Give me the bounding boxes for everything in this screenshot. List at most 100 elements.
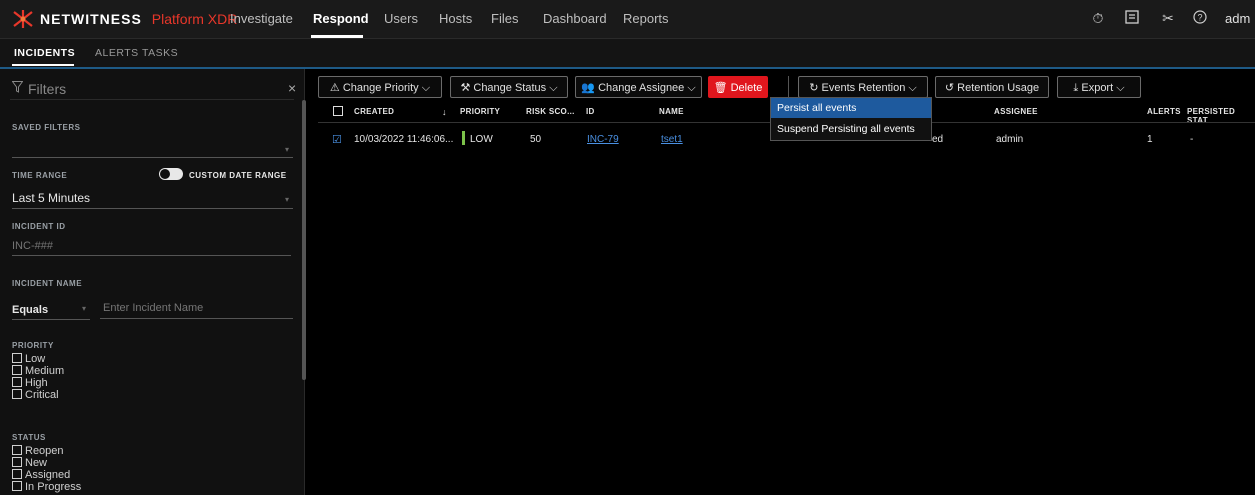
cell-alerts: 1	[1147, 134, 1153, 145]
column-risk-score[interactable]: RISK SCO...	[526, 107, 575, 116]
filter-icon	[11, 81, 24, 96]
status-label: STATUS	[12, 433, 46, 442]
events-retention-dropdown: Persist all events Suspend Persisting al…	[770, 97, 932, 141]
warning-icon: ⚠	[329, 82, 340, 94]
sort-desc-icon[interactable]: ↓	[442, 107, 447, 117]
filters-panel: Filters × SAVED FILTERS ▾ TIME RANGE CUS…	[0, 69, 305, 495]
menu-item-persist-all-events[interactable]: Persist all events	[771, 98, 931, 118]
chevron-down-icon: ⌵	[421, 82, 431, 94]
product-name: Platform XDR	[151, 11, 238, 27]
cell-id-link[interactable]: INC-79	[587, 134, 619, 145]
operator-value: Equals	[12, 304, 49, 316]
priority-high-checkbox[interactable]: High	[12, 377, 48, 389]
tab-incidents[interactable]: INCIDENTS	[14, 47, 75, 59]
column-assignee[interactable]: ASSIGNEE	[994, 107, 1038, 116]
incident-name-label: INCIDENT NAME	[12, 279, 83, 288]
filters-title: Filters	[28, 81, 67, 97]
retention-icon: ↻	[809, 82, 819, 94]
nav-hosts[interactable]: Hosts	[439, 11, 472, 26]
status-in-progress-checkbox[interactable]: In Progress	[12, 481, 81, 493]
nav-reports[interactable]: Reports	[623, 11, 669, 26]
column-id[interactable]: ID	[586, 107, 595, 116]
events-retention-button[interactable]: ↻ Events Retention ⌵	[798, 76, 928, 98]
priority-low-checkbox[interactable]: Low	[12, 353, 45, 365]
brand-name: NETWITNESS	[40, 11, 142, 27]
nav-dashboard[interactable]: Dashboard	[543, 11, 607, 26]
chevron-down-icon: ⌵	[908, 82, 917, 94]
chevron-down-icon: ▾	[284, 195, 289, 204]
chevron-down-icon: ⌵	[549, 82, 558, 94]
saved-filters-select[interactable]: ▾	[12, 139, 293, 157]
close-icon[interactable]: ×	[288, 80, 296, 96]
column-priority[interactable]: PRIORITY	[460, 107, 500, 116]
notes-icon[interactable]	[1124, 10, 1140, 26]
custom-date-range-label: CUSTOM DATE RANGE	[189, 171, 287, 180]
time-range-select[interactable]: Last 5 Minutes ▾	[12, 189, 293, 207]
select-all-checkbox[interactable]	[333, 106, 343, 116]
incident-id-label: INCIDENT ID	[12, 222, 66, 231]
cell-risk-score: 50	[530, 134, 542, 145]
cell-name-link[interactable]: tset1	[661, 134, 683, 145]
user-menu[interactable]: adm	[1225, 11, 1250, 26]
nav-users[interactable]: Users	[384, 11, 418, 26]
export-button[interactable]: ⤓ Export ⌵	[1057, 76, 1141, 98]
status-reopen-checkbox[interactable]: Reopen	[12, 445, 64, 457]
download-icon: ⤓	[1073, 82, 1079, 94]
incident-name-operator-select[interactable]: Equals ▾	[12, 297, 90, 320]
status-icon: ⚒	[460, 82, 471, 94]
tab-alerts[interactable]: ALERTS	[95, 47, 139, 59]
users-icon: 👥	[581, 82, 595, 94]
nav-investigate[interactable]: Investigate	[230, 11, 293, 26]
row-checkbox-checked-icon[interactable]: ☑	[332, 133, 342, 146]
help-icon[interactable]: ?	[1192, 10, 1208, 26]
divider	[10, 99, 294, 100]
incident-id-input[interactable]	[12, 237, 291, 256]
cell-persisted: -	[1190, 134, 1194, 145]
toolbar-divider	[788, 76, 789, 98]
priority-critical-checkbox[interactable]: Critical	[12, 389, 59, 401]
nav-respond[interactable]: Respond	[313, 11, 369, 26]
nav-files[interactable]: Files	[491, 11, 518, 26]
time-range-underline	[12, 208, 293, 209]
trash-icon: 🗑	[713, 82, 728, 94]
status-new-checkbox[interactable]: New	[12, 457, 47, 469]
menu-item-suspend-persisting[interactable]: Suspend Persisting all events	[771, 119, 931, 139]
active-subtab-indicator	[12, 64, 74, 66]
column-created[interactable]: CREATED	[354, 107, 394, 116]
tab-tasks[interactable]: TASKS	[142, 47, 178, 59]
retention-usage-button[interactable]: ↺ Retention Usage	[935, 76, 1049, 98]
priority-medium-checkbox[interactable]: Medium	[12, 365, 64, 377]
delete-button[interactable]: 🗑 Delete	[708, 76, 768, 98]
change-status-button[interactable]: ⚒ Change Status ⌵	[450, 76, 568, 98]
saved-filters-label: SAVED FILTERS	[12, 123, 81, 132]
filters-scrollbar[interactable]	[302, 100, 306, 380]
respond-sub-navigation: INCIDENTS ALERTS TASKS	[0, 39, 1255, 69]
cell-status: ed	[932, 134, 944, 145]
netwitness-logo-icon	[12, 10, 34, 28]
saved-filters-underline	[12, 157, 293, 158]
time-range-label: TIME RANGE	[12, 171, 68, 180]
chevron-down-icon: ⌵	[687, 82, 696, 94]
priority-label: PRIORITY	[12, 341, 54, 350]
cell-priority: LOW	[470, 134, 493, 145]
history-icon: ↺	[944, 82, 955, 94]
custom-date-range-toggle[interactable]	[159, 168, 183, 180]
top-navigation-bar: NETWITNESS Platform XDR Investigate Resp…	[0, 0, 1255, 39]
chevron-down-icon: ▾	[81, 304, 86, 313]
netwitness-logo[interactable]: NETWITNESS Platform XDR	[12, 10, 237, 28]
time-range-value: Last 5 Minutes	[12, 191, 91, 205]
priority-indicator	[462, 131, 465, 145]
cell-created: 10/03/2022 11:46:06...	[354, 134, 454, 145]
column-name[interactable]: NAME	[659, 107, 684, 116]
chevron-down-icon: ▾	[284, 145, 289, 154]
svg-text:?: ?	[1197, 13, 1202, 23]
status-assigned-checkbox[interactable]: Assigned	[12, 469, 70, 481]
timer-icon[interactable]: ⏱	[1090, 10, 1106, 26]
chevron-down-icon: ⌵	[1116, 82, 1125, 94]
tools-icon[interactable]: ✂	[1160, 10, 1176, 26]
column-alerts[interactable]: ALERTS	[1147, 107, 1181, 116]
incident-name-input[interactable]	[100, 297, 293, 319]
change-priority-button[interactable]: ⚠ Change Priority ⌵	[318, 76, 442, 98]
cell-assignee: admin	[996, 134, 1024, 145]
change-assignee-button[interactable]: 👥 Change Assignee ⌵	[575, 76, 702, 98]
